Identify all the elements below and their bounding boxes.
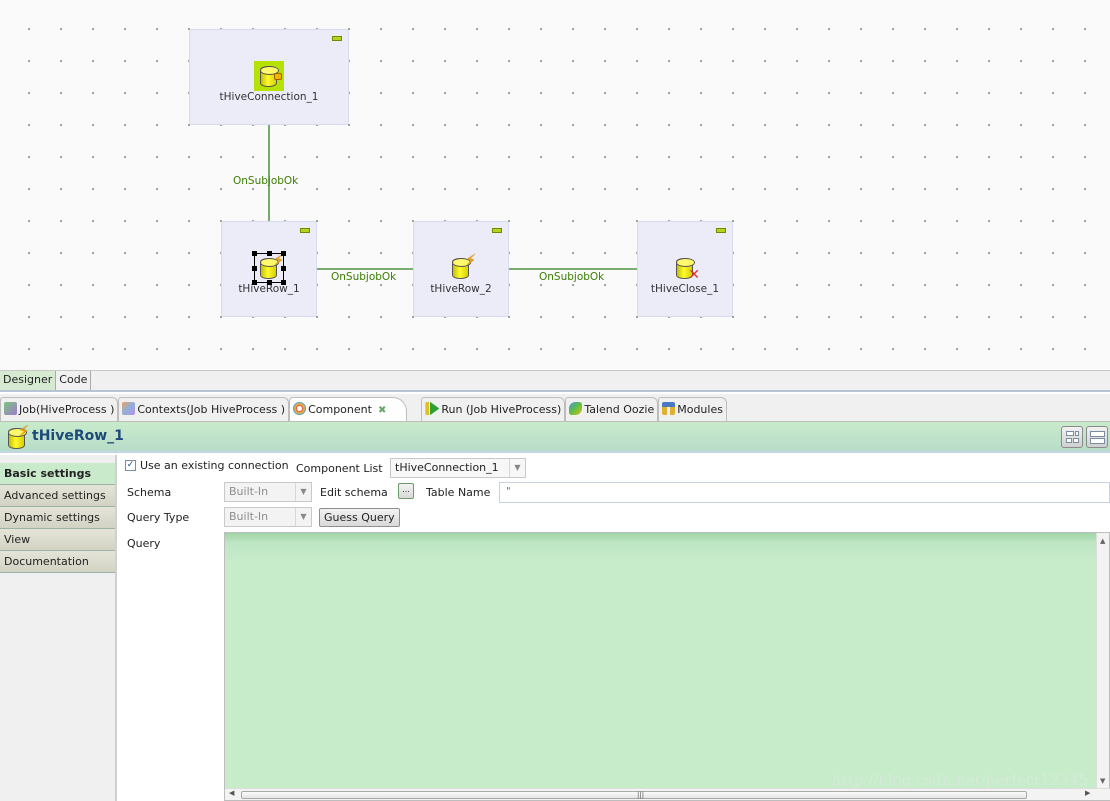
chevron-down-icon: ▼ <box>509 459 525 477</box>
component-label: tHiveRow_2 <box>430 283 492 295</box>
query-type-value: Built-In <box>229 510 269 523</box>
hive-row-icon: ⚡ <box>448 253 476 281</box>
tab-component[interactable]: Component ✖ <box>289 397 408 421</box>
horizontal-scrollbar[interactable]: ◀ ||| ▶ <box>225 788 1110 800</box>
hive-row-icon: ⚡ <box>252 251 286 285</box>
collapse-subjob-button[interactable] <box>300 228 310 233</box>
component-title: tHiveRow_1 <box>32 428 124 444</box>
modules-icon <box>662 402 676 415</box>
component-list-select[interactable]: tHiveConnection_1 ▼ <box>390 458 526 478</box>
nav-dynamic-settings[interactable]: Dynamic settings <box>0 507 115 529</box>
nav-basic-settings[interactable]: Basic settings <box>0 463 115 485</box>
tab-label: Contexts(Job HiveProcess ) <box>137 403 286 416</box>
tab-run[interactable]: Run (Job HiveProcess) <box>421 397 566 421</box>
nav-view[interactable]: View <box>0 529 115 551</box>
component-hive-row-2[interactable]: ⚡ tHiveRow_2 <box>411 253 511 296</box>
link-label: OnSubjobOk <box>331 271 397 283</box>
tab-label: Run (Job HiveProcess) <box>441 403 562 416</box>
scroll-up-icon[interactable]: ▲ <box>1100 537 1105 545</box>
tab-designer[interactable]: Designer <box>0 371 57 390</box>
query-textarea[interactable] <box>225 533 1097 789</box>
tab-contexts[interactable]: Contexts(Job HiveProcess ) <box>118 397 290 421</box>
hive-close-icon: ✕ <box>672 255 700 282</box>
collapse-subjob-button[interactable] <box>716 228 726 233</box>
vertical-scrollbar[interactable]: ▲ ▼ <box>1096 533 1109 789</box>
schema-select[interactable]: Built-In ▼ <box>224 482 312 502</box>
schema-label: Schema <box>127 486 172 499</box>
form-view-button[interactable] <box>1086 426 1108 448</box>
component-icon <box>293 402 307 415</box>
use-existing-connection-checkbox[interactable]: ✓ <box>125 460 136 471</box>
use-existing-connection-label: Use an existing connection <box>140 459 289 472</box>
chevron-down-icon: ▼ <box>295 508 311 526</box>
settings-nav: Basic settings Advanced settings Dynamic… <box>0 455 117 801</box>
nav-advanced-settings[interactable]: Advanced settings <box>0 485 115 507</box>
scroll-right-icon[interactable]: ▶ <box>1085 789 1090 797</box>
query-label: Query <box>127 537 161 550</box>
selection-handles[interactable] <box>252 251 286 285</box>
component-label: tHiveClose_1 <box>650 283 720 295</box>
link-label: OnSubjobOk <box>539 271 605 283</box>
contexts-icon <box>122 402 136 415</box>
query-type-label: Query Type <box>127 511 190 524</box>
table-name-input[interactable]: " <box>499 482 1110 503</box>
scroll-left-icon[interactable]: ◀ <box>229 789 234 797</box>
component-list-value: tHiveConnection_1 <box>395 461 499 474</box>
run-icon <box>425 402 440 415</box>
tab-label: Modules <box>677 403 723 416</box>
collapse-subjob-button[interactable] <box>492 228 502 233</box>
table-view-button[interactable] <box>1061 426 1083 448</box>
tab-code[interactable]: Code <box>56 371 92 390</box>
component-hive-row-1[interactable]: ⚡ tHiveRow_1 <box>219 251 319 295</box>
link-label: OnSubjobOk <box>233 175 299 187</box>
component-header: ⚡ tHiveRow_1 <box>0 422 1110 453</box>
query-editor: ▲ ▼ ◀ ||| ▶ <box>224 532 1110 801</box>
component-list-label: Component List <box>296 462 383 475</box>
close-tab-icon[interactable]: ✖ <box>378 405 386 416</box>
table-name-label: Table Name <box>426 486 491 499</box>
scrollbar-thumb[interactable]: ||| <box>241 791 1027 799</box>
view-tabs: Job(HiveProcess ) Contexts(Job HiveProce… <box>0 394 1110 422</box>
oozie-icon <box>569 402 583 415</box>
tab-modules[interactable]: Modules <box>658 397 727 421</box>
hive-connection-icon <box>254 61 284 91</box>
tab-label: Job(HiveProcess ) <box>19 403 115 416</box>
chevron-down-icon: ▼ <box>295 483 311 501</box>
scroll-down-icon[interactable]: ▼ <box>1100 777 1105 785</box>
editor-tabs: Designer Code <box>0 370 1110 392</box>
tab-talend-oozie[interactable]: Talend Oozie <box>565 397 659 421</box>
basic-settings-form: ✓ Use an existing connection Component L… <box>119 455 1110 801</box>
nav-documentation[interactable]: Documentation <box>0 551 115 573</box>
guess-query-button[interactable]: Guess Query <box>319 508 400 527</box>
hive-row-icon: ⚡ <box>6 424 29 449</box>
designer-canvas[interactable]: tHiveConnection_1 ⚡ tHiveRow_1 ⚡ tHiveRo… <box>0 0 1110 370</box>
schema-value: Built-In <box>229 485 269 498</box>
connection-layer <box>263 90 673 275</box>
job-icon <box>4 402 17 415</box>
component-label: tHiveConnection_1 <box>219 91 319 103</box>
component-hive-connection[interactable]: tHiveConnection_1 <box>219 61 319 103</box>
collapse-subjob-button[interactable] <box>332 36 342 41</box>
tab-job[interactable]: Job(HiveProcess ) <box>0 397 119 421</box>
edit-schema-button[interactable]: ... <box>398 483 414 499</box>
tab-label: Component <box>308 403 372 416</box>
tab-label: Talend Oozie <box>584 403 655 416</box>
component-hive-close[interactable]: ✕ tHiveClose_1 <box>635 255 735 295</box>
query-type-select[interactable]: Built-In ▼ <box>224 507 312 527</box>
edit-schema-label: Edit schema <box>320 486 388 499</box>
